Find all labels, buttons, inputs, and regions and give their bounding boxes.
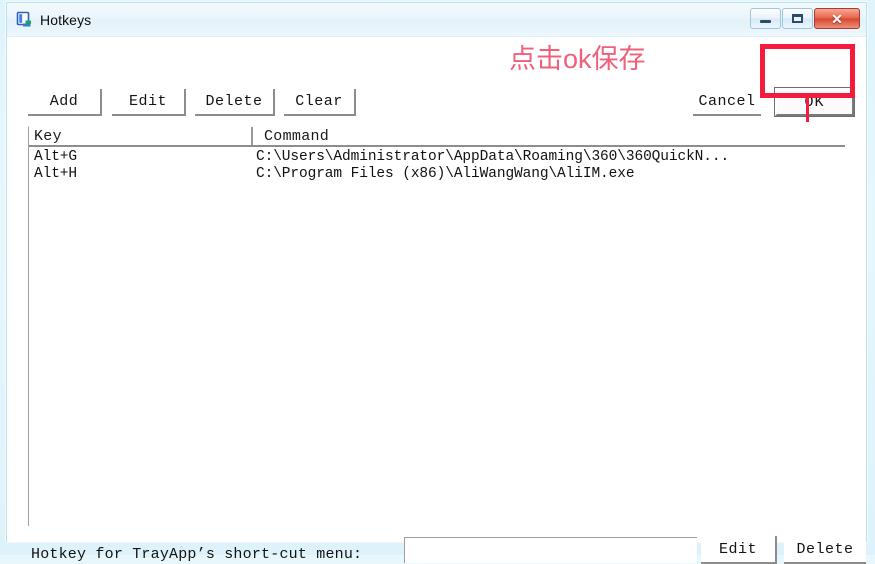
cancel-button[interactable]: Cancel <box>693 89 761 116</box>
window-title: Hotkeys <box>40 12 92 28</box>
hotkeys-window: Hotkeys ✕ Add Edit Delete Clear Cancel O… <box>6 2 867 564</box>
table-row[interactable]: Alt+G C:\Users\Administrator\AppData\Roa… <box>29 149 845 166</box>
annotation-pointer-line <box>806 98 809 122</box>
row-key: Alt+H <box>34 166 78 182</box>
minimize-icon <box>760 20 771 23</box>
title-bar[interactable]: Hotkeys ✕ <box>7 3 866 37</box>
hotkey-input[interactable] <box>404 537 697 563</box>
list-header: Key Command <box>29 127 845 147</box>
close-icon: ✕ <box>831 10 843 27</box>
annotation-text: 点击ok保存 <box>509 44 646 74</box>
close-button[interactable]: ✕ <box>814 8 860 29</box>
delete-button[interactable]: Delete <box>195 89 275 116</box>
client-area: Add Edit Delete Clear Cancel OK Key Comm… <box>7 37 866 564</box>
maximize-icon <box>792 14 803 23</box>
row-key: Alt+G <box>34 149 78 165</box>
window-controls: ✕ <box>750 8 860 29</box>
clear-button[interactable]: Clear <box>284 89 356 116</box>
column-divider[interactable] <box>251 127 253 145</box>
column-header-command[interactable]: Command <box>264 128 329 145</box>
edit-button[interactable]: Edit <box>112 89 186 116</box>
annotation-highlight-box <box>760 44 855 98</box>
row-command: C:\Users\Administrator\AppData\Roaming\3… <box>256 149 730 165</box>
row-command: C:\Program Files (x86)\AliWangWang\AliIM… <box>256 166 635 182</box>
maximize-button[interactable] <box>782 8 813 29</box>
bottom-edit-button[interactable]: Edit <box>701 536 777 564</box>
window-app-icon <box>16 11 33 28</box>
add-button[interactable]: Add <box>28 89 102 116</box>
hotkey-list[interactable]: Key Command Alt+G C:\Users\Administrator… <box>28 126 845 526</box>
minimize-button[interactable] <box>750 8 781 29</box>
column-header-key[interactable]: Key <box>34 128 62 145</box>
table-row[interactable]: Alt+H C:\Program Files (x86)\AliWangWang… <box>29 166 845 183</box>
bottom-delete-button[interactable]: Delete <box>784 536 866 564</box>
list-rows: Alt+G C:\Users\Administrator\AppData\Roa… <box>29 147 845 183</box>
